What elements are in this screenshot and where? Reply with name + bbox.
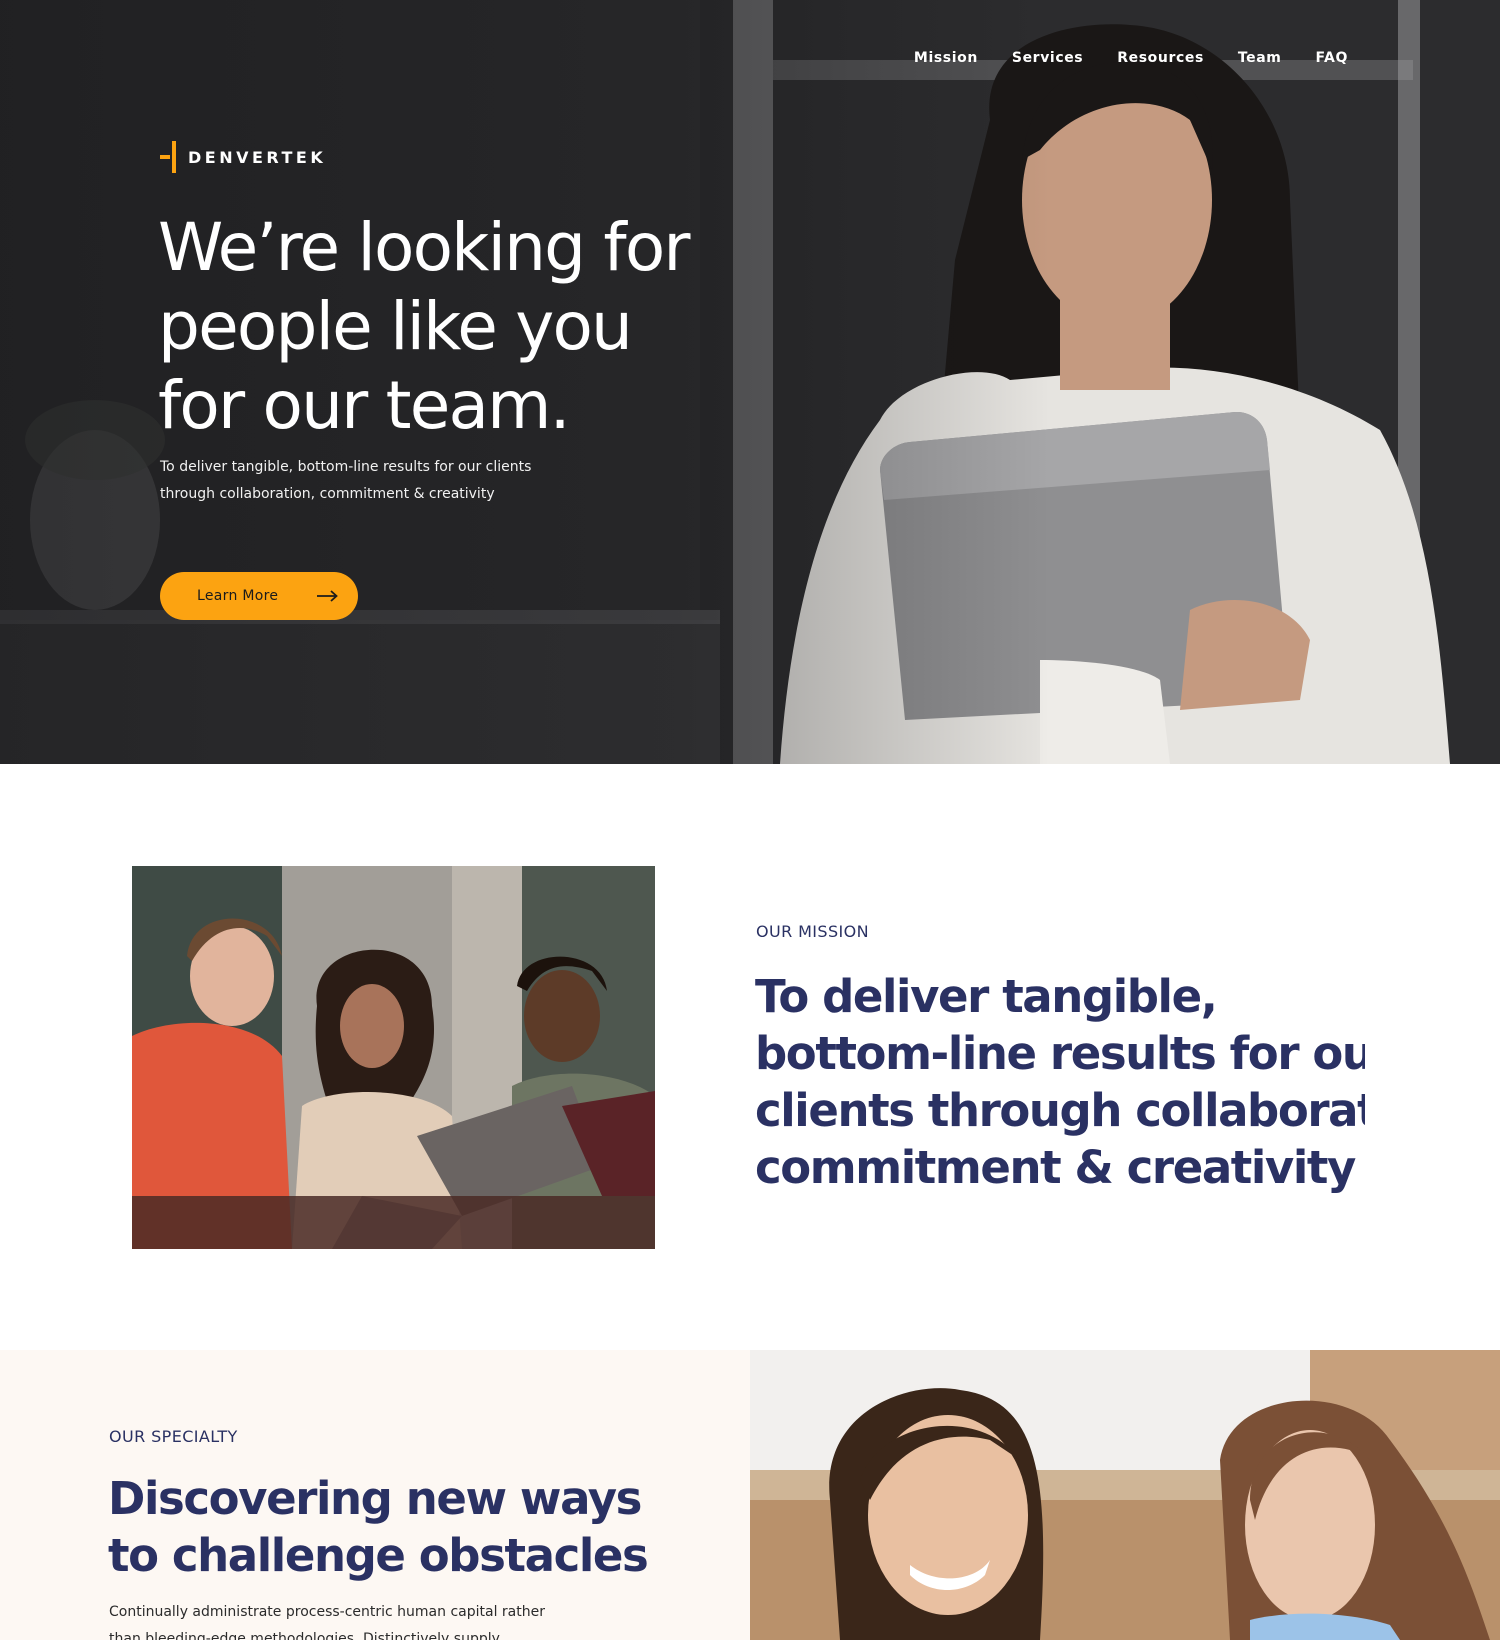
- mission-eyebrow: OUR MISSION: [756, 922, 870, 941]
- mission-statement: To deliver tangible, bottom-line results…: [755, 968, 1365, 1196]
- two-women-talking-image: [750, 1350, 1500, 1640]
- specialty-title-line: Discovering new ways: [108, 1472, 642, 1525]
- mission-statement-line: commitment & creativity: [755, 1141, 1356, 1194]
- nav-link-team[interactable]: Team: [1238, 50, 1282, 66]
- hero-subtitle-line: To deliver tangible, bottom-line results…: [160, 459, 532, 475]
- hero-title: We’re looking for people like you for ou…: [158, 208, 778, 445]
- hero-title-line: We’re looking for: [158, 209, 691, 286]
- brand-name: DENVERTEK: [188, 147, 327, 167]
- logo-mark-icon: [160, 141, 176, 173]
- top-nav: Mission Services Resources Team FAQ: [914, 50, 1348, 66]
- specialty-body-line: Continually administrate process-centric…: [109, 1604, 545, 1620]
- nav-link-services[interactable]: Services: [1012, 50, 1083, 66]
- learn-more-button[interactable]: Learn More: [160, 572, 358, 620]
- brand-logo[interactable]: DENVERTEK: [160, 141, 326, 173]
- arrow-right-icon: [317, 590, 338, 602]
- hero-section: Mission Services Resources Team FAQ DENV…: [0, 0, 1500, 764]
- hero-title-line: for our team.: [158, 367, 571, 444]
- mission-statement-line: bottom-line results for our: [755, 1027, 1365, 1080]
- team-around-laptop-image: [132, 866, 655, 1249]
- specialty-body-line: than bleeding-edge methodologies. Distin…: [109, 1631, 500, 1640]
- mission-statement-line: To deliver tangible,: [755, 970, 1218, 1023]
- learn-more-label: Learn More: [197, 588, 279, 604]
- specialty-body: Continually administrate process-centric…: [109, 1599, 579, 1640]
- hero-subtitle-line: through collaboration, commitment & crea…: [160, 486, 495, 502]
- hero-subtitle: To deliver tangible, bottom-line results…: [160, 454, 580, 508]
- mission-statement-line: clients through collaboration,: [755, 1084, 1365, 1137]
- specialty-title-line: to challenge obstacles: [108, 1529, 649, 1582]
- nav-link-resources[interactable]: Resources: [1117, 50, 1204, 66]
- specialty-title: Discovering new ways to challenge obstac…: [108, 1470, 668, 1584]
- hero-title-line: people like you: [158, 288, 633, 365]
- specialty-photo: [750, 1350, 1500, 1640]
- nav-link-faq[interactable]: FAQ: [1316, 50, 1349, 66]
- mission-photo: [132, 866, 655, 1249]
- specialty-eyebrow: OUR SPECIALTY: [109, 1427, 238, 1446]
- nav-link-mission[interactable]: Mission: [914, 50, 978, 66]
